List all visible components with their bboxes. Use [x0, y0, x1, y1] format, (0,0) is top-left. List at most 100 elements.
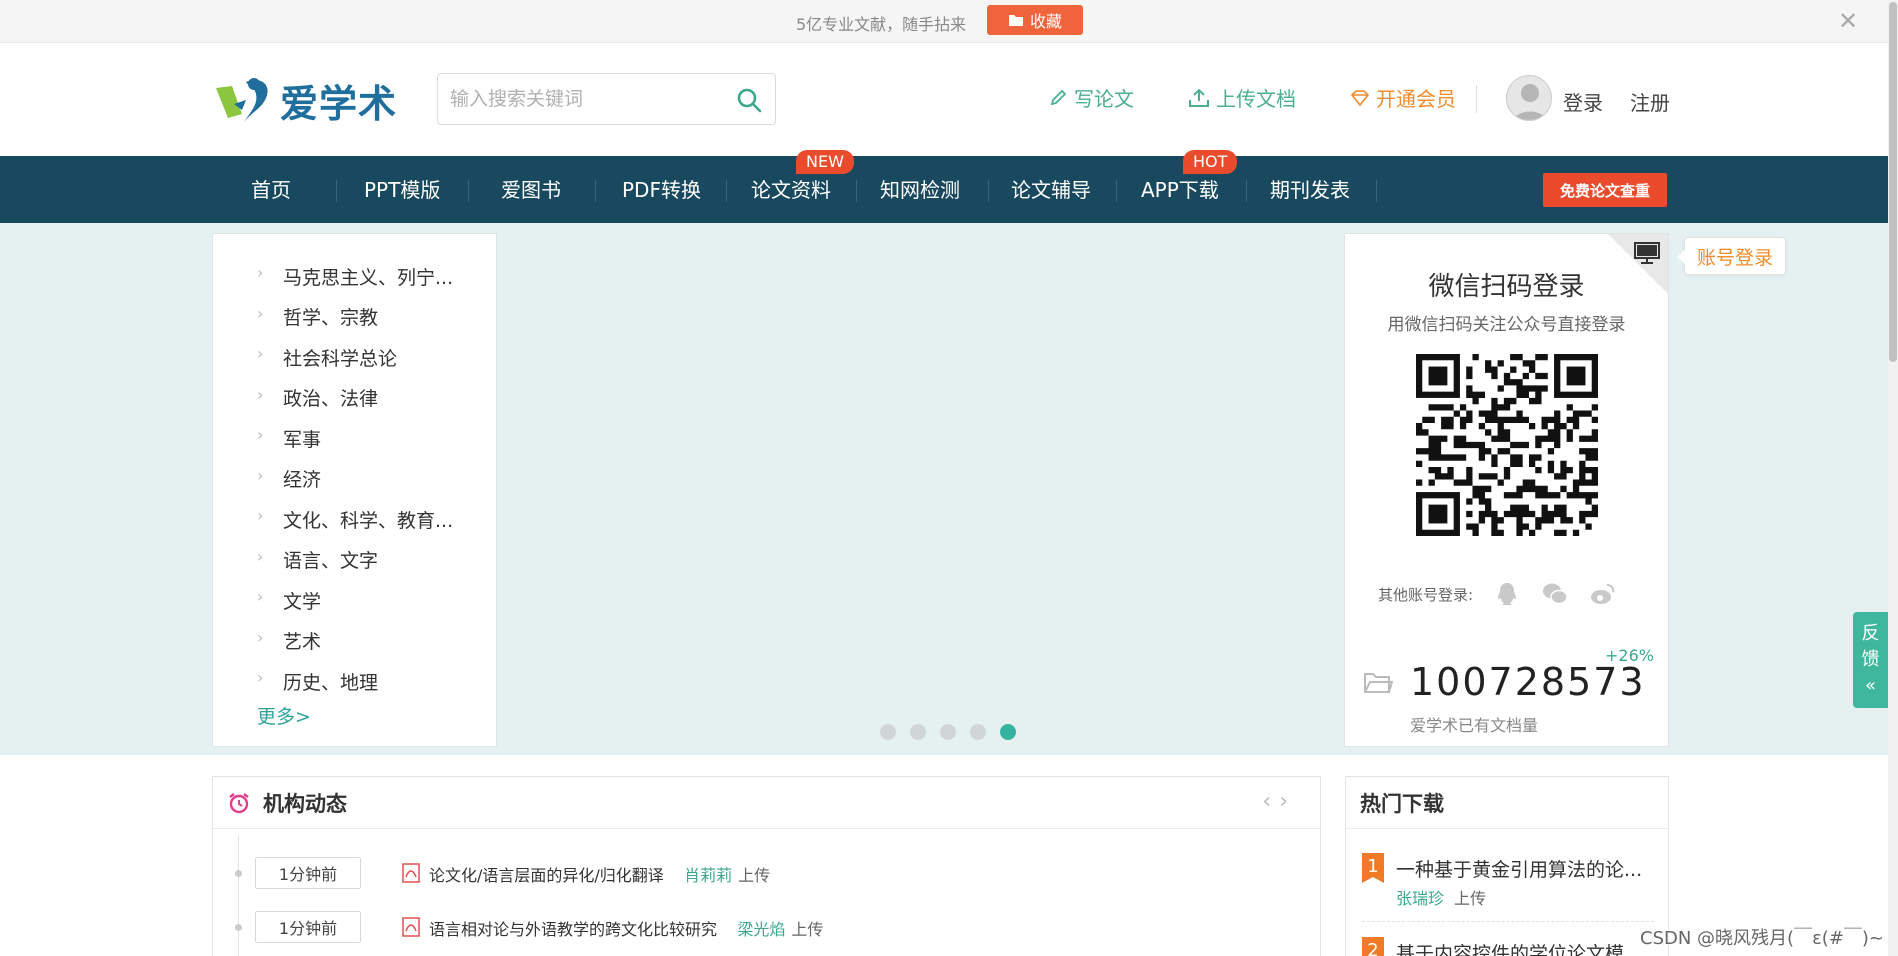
category-item[interactable]: › 经济 — [213, 459, 496, 500]
chevron-right-icon: › — [257, 668, 264, 687]
weibo-icon[interactable] — [1589, 580, 1617, 608]
timeline-dot — [235, 924, 242, 931]
timeline-dot — [235, 870, 242, 877]
more-categories-link[interactable]: 更多> — [257, 702, 311, 729]
feedback-tab[interactable]: 反 馈 « — [1853, 612, 1888, 708]
wechat-icon[interactable] — [1541, 580, 1569, 608]
page-scrollbar[interactable] — [1888, 0, 1898, 956]
carousel-dot[interactable] — [970, 724, 986, 740]
chevron-right-icon: › — [257, 425, 264, 444]
category-item[interactable]: › 文学 — [213, 580, 496, 621]
register-link[interactable]: 注册 — [1630, 87, 1670, 116]
prev-next-arrows[interactable]: ‹› — [1262, 789, 1296, 814]
category-item[interactable]: › 哲学、宗教 — [213, 297, 496, 338]
uploader-name[interactable]: 梁光焰 — [737, 920, 785, 939]
category-item[interactable]: › 军事 — [213, 418, 496, 459]
panel-header: 机构动态 ‹› — [213, 777, 1320, 829]
carousel-dot[interactable] — [910, 724, 926, 740]
hero-banner: › 马克思主义、列宁... › 哲学、宗教 › 社会科学总论 › 政治、法律 › 军事 ›… — [0, 223, 1888, 755]
download-title[interactable]: 基于内容控件的学位论文模... — [1396, 939, 1654, 956]
panel-title: 微信扫码登录 — [1428, 272, 1585, 302]
chevron-right-icon: › — [257, 546, 264, 566]
chevron-right-icon: › — [257, 587, 264, 606]
nav-divider — [1376, 180, 1377, 202]
chevron-right-icon: › — [257, 263, 264, 282]
pdf-icon — [402, 863, 420, 883]
qq-icon[interactable] — [1493, 580, 1521, 608]
chevron-right-icon: › — [257, 506, 264, 525]
carousel-dot[interactable] — [880, 724, 896, 740]
site-header: 爱学术 写论文 上传文档 开通会员 登录 注册 — [0, 43, 1888, 156]
nav-divider — [1116, 180, 1117, 202]
time-badge: 1分钟前 — [255, 911, 361, 943]
pencil-icon — [1050, 89, 1067, 105]
nav-item-tutoring[interactable]: 论文辅导 — [1011, 174, 1091, 204]
nav-item-cnki-check[interactable]: 知网检测 — [880, 174, 960, 204]
chevron-right-icon: › — [257, 344, 264, 363]
category-item[interactable]: › 语言、文字 — [213, 540, 496, 581]
watermark-text: CSDN @晓风残月(￣ε(#￣)~ — [1640, 928, 1885, 949]
category-item[interactable]: › 政治、法律 — [213, 378, 496, 419]
document-count: 100728573 — [1410, 660, 1646, 704]
search-icon[interactable] — [735, 86, 763, 114]
institution-updates-panel: 机构动态 ‹› 1分钟前 论文化/语言层面的异化/归化翻译 肖莉莉 上传 1分钟前… — [212, 776, 1321, 956]
time-badge: 1分钟前 — [255, 857, 361, 889]
logo-text: 爱学术 — [280, 82, 398, 126]
account-login-tab[interactable]: 账号登录 — [1677, 237, 1786, 275]
nav-divider — [595, 180, 596, 202]
nav-divider — [856, 180, 857, 202]
hot-badge: HOT — [1183, 150, 1238, 174]
uploader-name[interactable]: 肖莉莉 — [684, 866, 732, 885]
login-link[interactable]: 登录 — [1563, 87, 1603, 116]
search-input[interactable] — [438, 74, 718, 124]
category-item[interactable]: › 文化、科学、教育... — [213, 499, 496, 540]
carousel-dot[interactable] — [940, 724, 956, 740]
nav-divider — [988, 180, 989, 202]
nav-item-pdf[interactable]: PDF转换 — [622, 174, 701, 204]
folder-open-icon — [1364, 673, 1393, 693]
upload-action: 上传 — [791, 920, 824, 939]
nav-item-papers[interactable]: 论文资料 — [751, 174, 831, 204]
avatar[interactable] — [1506, 75, 1552, 121]
free-check-button[interactable]: 免费论文查重 — [1543, 173, 1667, 207]
other-login: 其他账号登录: — [1378, 580, 1617, 608]
chevron-right-icon: › — [257, 303, 264, 323]
category-item[interactable]: › 马克思主义、列宁... — [213, 256, 496, 297]
document-title[interactable]: 语言相对论与外语教学的跨文化比较研究 — [429, 920, 717, 939]
upload-doc-label: 上传文档 — [1216, 87, 1296, 111]
close-icon[interactable]: ✕ — [1838, 7, 1858, 35]
category-item[interactable]: › 艺术 — [213, 621, 496, 662]
scrollbar-thumb[interactable] — [1889, 2, 1897, 362]
nav-item-app[interactable]: APP下载 — [1141, 174, 1219, 204]
open-vip-link[interactable]: 开通会员 — [1350, 83, 1456, 112]
nav-item-home[interactable]: 首页 — [251, 174, 291, 204]
new-badge: NEW — [796, 150, 854, 174]
document-title[interactable]: 论文化/语言层面的异化/归化翻译 — [429, 866, 664, 885]
upload-doc-link[interactable]: 上传文档 — [1188, 83, 1296, 112]
category-menu: › 马克思主义、列宁... › 哲学、宗教 › 社会科学总论 › 政治、法律 › 军事 ›… — [212, 233, 497, 747]
category-item[interactable]: › 社会科学总论 — [213, 337, 496, 378]
monitor-icon[interactable] — [1634, 242, 1660, 264]
nav-item-ppt[interactable]: PPT模版 — [364, 174, 440, 204]
user-icon — [1513, 84, 1547, 120]
download-title[interactable]: 一种基于黄金引用算法的论... — [1396, 855, 1654, 882]
nav-item-journal[interactable]: 期刊发表 — [1270, 174, 1350, 204]
carousel-dot-active[interactable] — [1000, 724, 1016, 740]
chevron-right-icon: › — [257, 384, 264, 404]
hot-downloads-panel: 热门下载 1 一种基于黄金引用算法的论... 张瑞珍 上传 2 基于内容控件的学位… — [1345, 776, 1669, 956]
upload-action: 上传 — [738, 866, 771, 885]
header-divider — [1476, 85, 1477, 113]
logo[interactable]: 爱学术 — [212, 73, 397, 128]
other-login-label: 其他账号登录: — [1378, 585, 1474, 604]
category-item[interactable]: › 历史、地理 — [213, 661, 496, 702]
wechat-login-panel: 微信扫码登录 用微信扫码关注公众号直接登录 其他账号登录: +26% 10072… — [1344, 233, 1669, 747]
nav-item-books[interactable]: 爱图书 — [501, 174, 561, 204]
nav-divider — [468, 180, 469, 202]
bookmark-button[interactable]: 收藏 — [987, 5, 1083, 35]
uploader-name[interactable]: 张瑞珍 — [1396, 889, 1444, 908]
nav-divider — [1246, 180, 1247, 202]
panel-subtitle: 用微信扫码关注公众号直接登录 — [1387, 315, 1626, 335]
double-chevron-left-icon: « — [1864, 675, 1876, 696]
write-paper-link[interactable]: 写论文 — [1048, 83, 1134, 112]
carousel-dots — [880, 724, 1016, 740]
